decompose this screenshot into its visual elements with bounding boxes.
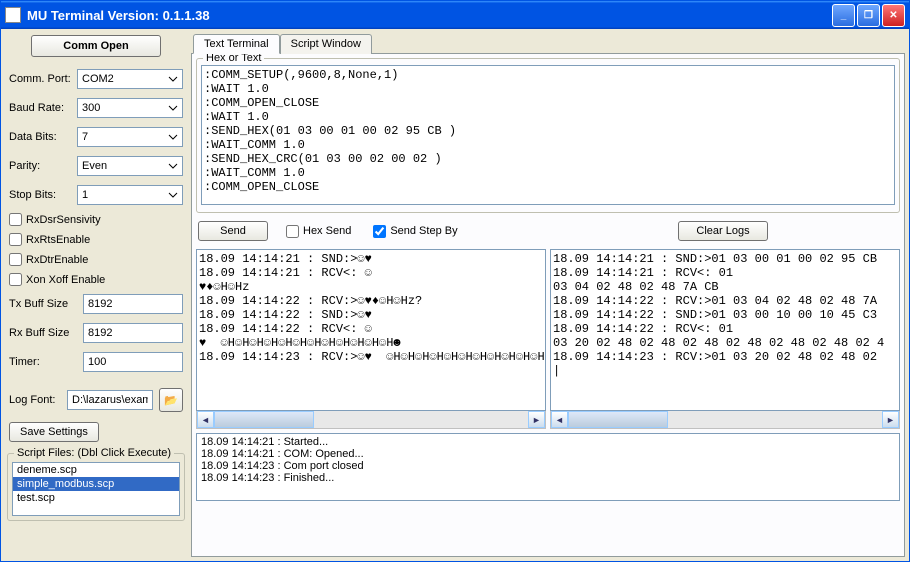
timer-input[interactable] xyxy=(83,352,183,372)
xonxoff-label: Xon Xoff Enable xyxy=(26,274,105,286)
scroll-right-icon[interactable]: ► xyxy=(882,411,899,428)
minimize-button[interactable]: _ xyxy=(832,4,855,27)
log-pane-left: 18.09 14:14:21 : SND:>☺♥ 18.09 14:14:21 … xyxy=(196,249,546,429)
hex-send-label: Hex Send xyxy=(303,225,351,237)
list-item[interactable]: simple_modbus.scp xyxy=(13,477,179,491)
send-button[interactable]: Send xyxy=(198,221,268,241)
window-title: MU Terminal Version: 0.1.1.38 xyxy=(27,8,832,23)
baud-rate-label: Baud Rate: xyxy=(9,102,71,114)
send-step-checkbox[interactable] xyxy=(373,225,386,238)
rxdsr-checkbox[interactable] xyxy=(9,213,22,226)
scroll-right-icon[interactable]: ► xyxy=(528,411,545,428)
list-item[interactable]: test.scp xyxy=(13,491,179,505)
parity-select[interactable]: Even xyxy=(77,156,183,176)
log-left-text[interactable]: 18.09 14:14:21 : SND:>☺♥ 18.09 14:14:21 … xyxy=(196,249,546,411)
rxrts-label: RxRtsEnable xyxy=(26,234,90,246)
scroll-thumb[interactable] xyxy=(568,411,668,428)
rx-buff-input[interactable] xyxy=(83,323,183,343)
rx-buff-label: Rx Buff Size xyxy=(9,327,77,339)
folder-icon: 📂 xyxy=(164,394,178,407)
xonxoff-checkbox[interactable] xyxy=(9,273,22,286)
browse-font-button[interactable]: 📂 xyxy=(159,388,183,412)
hex-or-text-group: Hex or Text xyxy=(196,58,900,213)
scroll-left-icon[interactable]: ◄ xyxy=(551,411,568,428)
script-textarea[interactable] xyxy=(201,65,895,205)
hex-send-checkbox[interactable] xyxy=(286,225,299,238)
rxdsr-label: RxDsrSensivity xyxy=(26,214,101,226)
rxdtr-label: RxDtrEnable xyxy=(26,254,88,266)
save-settings-button[interactable]: Save Settings xyxy=(9,422,99,442)
stop-bits-label: Stop Bits: xyxy=(9,189,71,201)
rxrts-checkbox[interactable] xyxy=(9,233,22,246)
log-font-label: Log Font: xyxy=(9,394,61,406)
log-left-scrollbar[interactable]: ◄ ► xyxy=(196,411,546,429)
hex-send-option[interactable]: Hex Send xyxy=(286,225,351,238)
status-log[interactable]: 18.09 14:14:21 : Started... 18.09 14:14:… xyxy=(196,433,900,501)
settings-panel: Comm Open Comm. Port: COM2 Baud Rate: 30… xyxy=(5,33,187,557)
app-icon xyxy=(5,7,21,23)
titlebar[interactable]: MU Terminal Version: 0.1.1.38 _ ❐ ✕ xyxy=(1,1,909,29)
log-pane-right: 18.09 14:14:21 : SND:>01 03 00 01 00 02 … xyxy=(550,249,900,429)
maximize-button[interactable]: ❐ xyxy=(857,4,880,27)
baud-rate-select[interactable]: 300 xyxy=(77,98,183,118)
scroll-thumb[interactable] xyxy=(214,411,314,428)
list-item[interactable]: deneme.scp xyxy=(13,463,179,477)
rxdtr-checkbox[interactable] xyxy=(9,253,22,266)
log-font-input[interactable] xyxy=(67,390,153,410)
tab-content: Hex or Text Send Hex Send Send Step By C… xyxy=(191,53,905,557)
comm-open-button[interactable]: Comm Open xyxy=(31,35,161,57)
tx-buff-label: Tx Buff Size xyxy=(9,298,77,310)
send-step-option[interactable]: Send Step By xyxy=(373,225,457,238)
comm-port-label: Comm. Port: xyxy=(9,73,71,85)
script-files-list[interactable]: deneme.scpsimple_modbus.scptest.scp xyxy=(12,462,180,516)
data-bits-select[interactable]: 7 xyxy=(77,127,183,147)
tab-text-terminal[interactable]: Text Terminal xyxy=(193,34,280,54)
close-button[interactable]: ✕ xyxy=(882,4,905,27)
scroll-left-icon[interactable]: ◄ xyxy=(197,411,214,428)
log-right-text[interactable]: 18.09 14:14:21 : SND:>01 03 00 01 00 02 … xyxy=(550,249,900,411)
log-right-scrollbar[interactable]: ◄ ► xyxy=(550,411,900,429)
stop-bits-select[interactable]: 1 xyxy=(77,185,183,205)
data-bits-label: Data Bits: xyxy=(9,131,71,143)
parity-label: Parity: xyxy=(9,160,71,172)
clear-logs-button[interactable]: Clear Logs xyxy=(678,221,768,241)
script-files-group: Script Files: (Dbl Click Execute) deneme… xyxy=(7,453,185,521)
timer-label: Timer: xyxy=(9,356,77,368)
comm-port-select[interactable]: COM2 xyxy=(77,69,183,89)
tab-script-window[interactable]: Script Window xyxy=(280,34,372,54)
script-files-label: Script Files: (Dbl Click Execute) xyxy=(14,447,174,459)
tx-buff-input[interactable] xyxy=(83,294,183,314)
send-step-label: Send Step By xyxy=(390,225,457,237)
